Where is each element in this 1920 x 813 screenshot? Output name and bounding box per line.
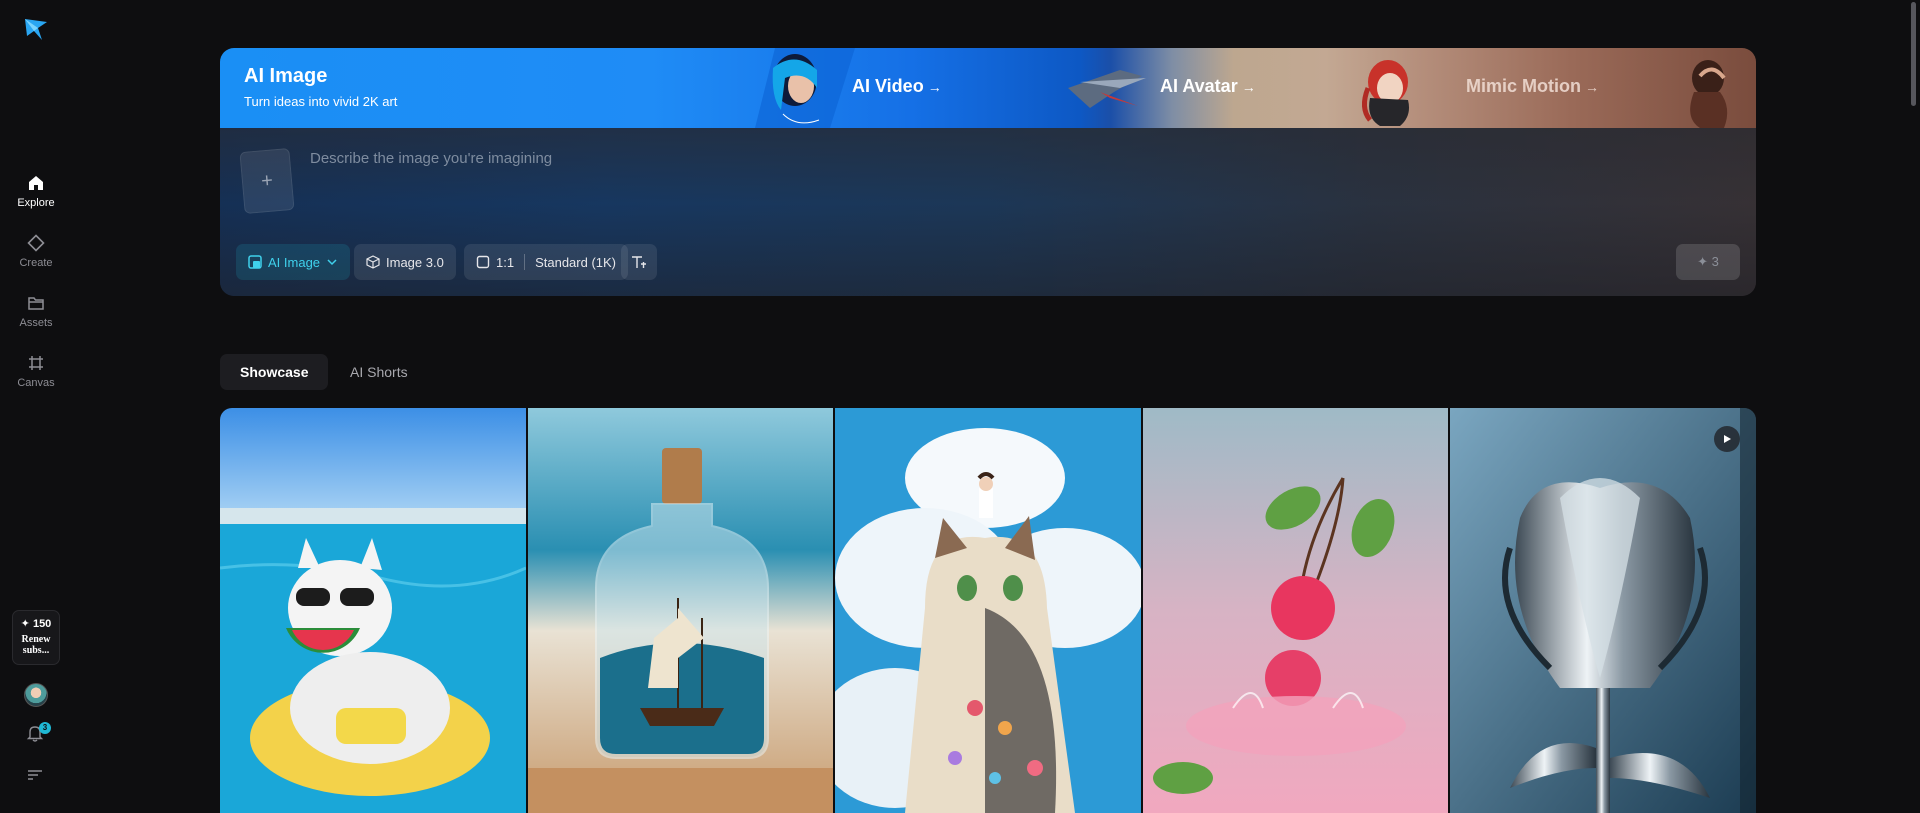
bottle-ship-image (527, 408, 834, 813)
mode-selector[interactable]: AI Image (236, 244, 351, 280)
sidebar: Explore Create Assets Canvas ✦ 150 Renew… (0, 0, 72, 813)
gallery-item[interactable] (835, 408, 1141, 813)
tab-ai-shorts[interactable]: AI Shorts (330, 354, 428, 390)
chrome-tulip-image (1450, 408, 1756, 813)
home-icon (29, 176, 43, 190)
tab-showcase[interactable]: Showcase (220, 354, 329, 390)
credits-card[interactable]: ✦ 150 Renew subs... (12, 610, 60, 665)
app-logo[interactable] (23, 16, 49, 42)
cloud-cat-image (835, 408, 1141, 813)
sidebar-item-canvas[interactable]: Canvas (0, 354, 72, 389)
avatar[interactable] (24, 683, 48, 707)
gallery-item[interactable] (220, 408, 526, 813)
mimic-motion-thumbnail (1362, 60, 1409, 126)
cat-pool-image (220, 408, 526, 813)
aspect-quality-selector[interactable]: 1:1 Standard (1K) (464, 244, 629, 280)
banner-title: AI Image (244, 65, 328, 87)
credit-count: ✦ 150 (20, 618, 52, 630)
sidebar-item-assets[interactable]: Assets (0, 294, 72, 329)
gallery-item[interactable] (527, 408, 834, 813)
chevron-down-icon (327, 259, 337, 266)
folder-icon (28, 297, 44, 310)
banner-subtitle: Turn ideas into vivid 2K art (244, 94, 398, 109)
image-mode-icon (248, 255, 262, 269)
text-style-button[interactable] (621, 244, 657, 280)
mimic-motion-link[interactable]: Mimic Motion → (1466, 76, 1599, 97)
dancer-thumbnail (1690, 60, 1728, 128)
play-video-button[interactable] (1713, 426, 1740, 452)
sidebar-item-explore[interactable]: Explore (0, 174, 72, 209)
square-ratio-icon (476, 255, 490, 269)
cherry-splash-image (1142, 408, 1449, 813)
sidebar-item-label: Assets (19, 317, 53, 329)
sidebar-item-create[interactable]: Create (0, 234, 72, 269)
grid-icon (29, 356, 43, 370)
upload-image-button[interactable]: + (239, 147, 295, 215)
play-icon (1723, 435, 1731, 443)
renew-subscription-link[interactable]: Renew subs... (13, 634, 59, 656)
cube-icon (366, 255, 380, 269)
gallery-item[interactable] (1142, 408, 1449, 813)
ai-video-link[interactable]: AI Video → (852, 76, 942, 97)
sidebar-item-label: Explore (17, 197, 55, 209)
generate-button[interactable]: ✦ 3 (1676, 244, 1740, 280)
ai-video-thumbnail (755, 48, 855, 128)
showcase-gallery (220, 408, 1756, 813)
diamond-icon (27, 234, 45, 252)
page-scrollbar[interactable] (1911, 2, 1916, 106)
sidebar-item-label: Canvas (17, 377, 55, 389)
model-selector[interactable]: Image 3.0 (354, 244, 456, 280)
divider (524, 254, 526, 270)
ai-avatar-thumbnail (1068, 70, 1146, 108)
feature-banner: AI Image Turn ideas into vivid 2K art AI… (220, 48, 1756, 128)
text-format-icon (632, 256, 646, 268)
prompt-panel: + AI Image Image 3.0 1:1 Standard (1K) ✦… (220, 128, 1756, 296)
ai-avatar-link[interactable]: AI Avatar → (1160, 76, 1256, 97)
prompt-input[interactable] (310, 144, 1610, 172)
menu-icon[interactable] (27, 768, 43, 782)
sidebar-item-label: Create (19, 257, 53, 269)
notification-badge: 3 (39, 722, 51, 734)
gallery-item[interactable] (1450, 408, 1756, 813)
